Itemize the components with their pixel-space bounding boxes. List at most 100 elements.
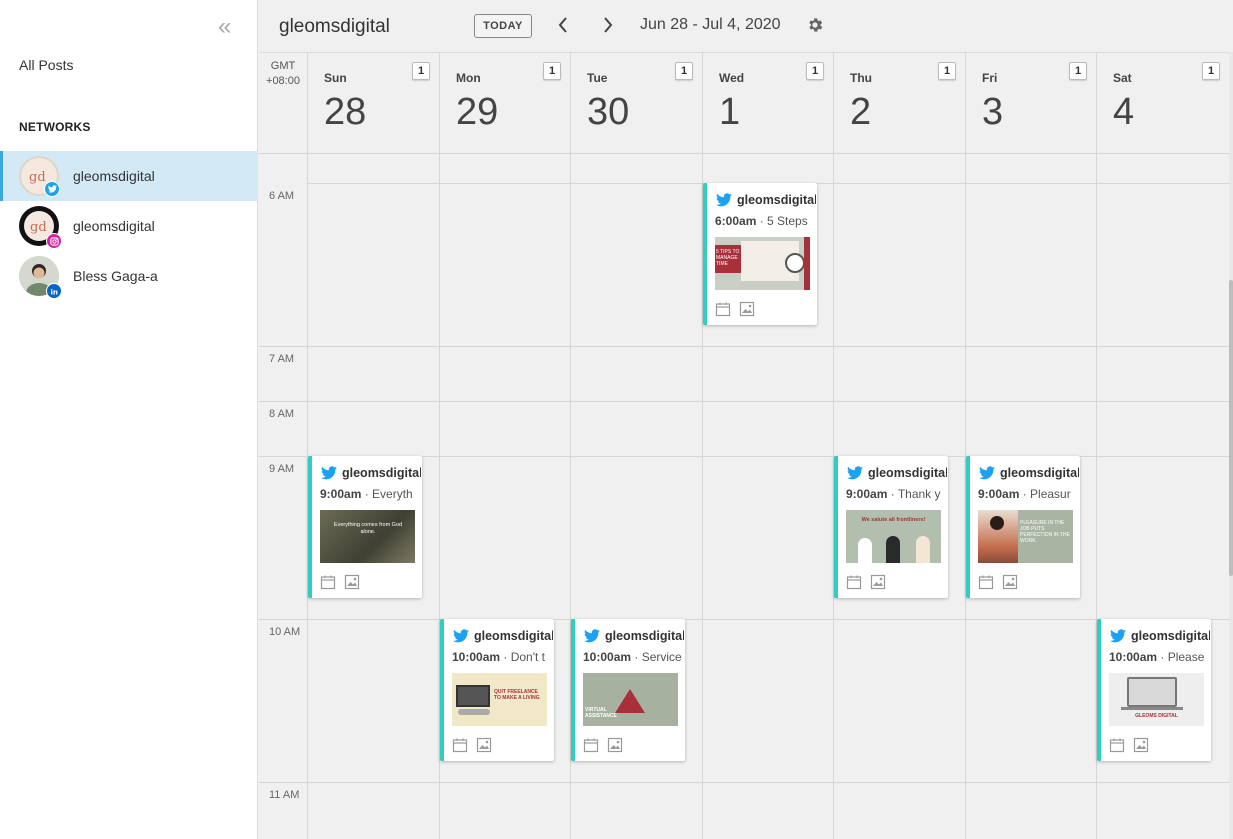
linkedin-icon: in xyxy=(46,283,62,299)
sidebar: « All Posts NETWORKS gd gleomsdigital gd… xyxy=(0,0,258,839)
post-count-badge: 1 xyxy=(938,62,956,80)
day-header-mon[interactable]: Mon 29 1 xyxy=(439,53,570,153)
scrollbar-thumb[interactable] xyxy=(1229,280,1233,576)
day-header-tue[interactable]: Tue 30 1 xyxy=(570,53,702,153)
post-count-badge: 1 xyxy=(412,62,430,80)
post-snippet: · Thank y xyxy=(887,487,941,501)
network-item-instagram[interactable]: gd gleomsdigital xyxy=(0,201,258,251)
today-button[interactable]: TODAY xyxy=(474,14,532,38)
twitter-icon xyxy=(44,181,60,197)
post-time: 10:00am xyxy=(583,650,632,664)
post-snippet: · 5 Steps xyxy=(756,214,808,228)
thumbnail-text: Everything comes from God alone. xyxy=(333,522,403,535)
image-icon xyxy=(739,301,755,317)
image-icon xyxy=(344,574,360,590)
post-snippet: · Please xyxy=(1157,650,1205,664)
post-snippet: · Everyth xyxy=(361,487,413,501)
networks-heading: NETWORKS xyxy=(19,120,91,134)
image-icon xyxy=(870,574,886,590)
grid-line xyxy=(259,346,1229,347)
twitter-icon xyxy=(847,466,863,480)
calendar-icon xyxy=(846,575,862,590)
grid-line xyxy=(259,782,1229,783)
day-header-sun[interactable]: Sun 28 1 xyxy=(307,53,439,153)
thumbnail-text: 5 TIPS TO MANAGE TIME xyxy=(716,249,740,267)
post-count-badge: 1 xyxy=(806,62,824,80)
post-thumbnail: QUIT FREELANCE TO MAKE A LIVING xyxy=(452,673,547,726)
avatar: gd xyxy=(19,206,62,249)
post-account: gleomsdigital xyxy=(868,466,947,480)
network-name: gleomsdigital xyxy=(73,168,155,184)
post-thumbnail: We salute all frontliners! xyxy=(846,510,941,563)
gear-icon[interactable] xyxy=(806,16,826,36)
day-number: 30 xyxy=(587,91,630,133)
scheduled-post-card[interactable]: gleomsdigital 10:00am · Service VIRTUAL … xyxy=(571,619,685,761)
post-thumbnail: Everything comes from God alone. xyxy=(320,510,415,563)
chevron-right-icon[interactable] xyxy=(598,13,618,37)
twitter-icon xyxy=(1110,629,1126,643)
day-name: Sun xyxy=(324,71,347,85)
day-number: 3 xyxy=(982,91,1004,133)
day-header-fri[interactable]: Fri 3 1 xyxy=(965,53,1096,153)
day-name: Fri xyxy=(982,71,998,85)
week-calendar: GMT +08:00 Sun 28 1 Mon 29 1 Tue 30 1 We… xyxy=(259,52,1229,839)
network-name: Bless Gaga-a xyxy=(73,268,158,284)
scheduled-post-card[interactable]: gleomsdigital 10:00am · Don't t QUIT FRE… xyxy=(440,619,554,761)
grid-line xyxy=(259,619,1229,620)
twitter-icon xyxy=(321,466,337,480)
day-name: Thu xyxy=(850,71,872,85)
chevron-left-icon[interactable] xyxy=(553,13,573,37)
hour-label: 8 AM xyxy=(269,408,295,420)
post-count-badge: 1 xyxy=(1202,62,1220,80)
timezone-label: GMT +08:00 xyxy=(266,60,300,87)
calendar-icon xyxy=(978,575,994,590)
network-item-linkedin[interactable]: in Bless Gaga-a xyxy=(0,251,258,303)
grid-line xyxy=(259,153,1229,154)
hour-label: 10 AM xyxy=(269,626,301,638)
post-thumbnail: VIRTUAL ASSISTANCE xyxy=(583,673,678,726)
day-number: 29 xyxy=(456,91,499,133)
post-thumbnail: GLEOMS DIGITAL xyxy=(1109,673,1204,726)
day-number: 1 xyxy=(719,91,741,133)
svg-text:gd: gd xyxy=(30,220,47,235)
scheduled-post-card[interactable]: gleomsdigital 6:00am · 5 Steps 5 TIPS TO… xyxy=(703,183,817,325)
collapse-sidebar-icon[interactable]: « xyxy=(218,15,240,39)
all-posts-link[interactable]: All Posts xyxy=(19,57,73,73)
calendar-toolbar: gleomsdigital TODAY Jun 28 - Jul 4, 2020 xyxy=(259,0,1233,52)
hour-label: 11 AM xyxy=(269,789,300,801)
day-name: Mon xyxy=(456,71,481,85)
avatar: gd xyxy=(19,156,60,197)
network-item-twitter[interactable]: gd gleomsdigital xyxy=(0,151,258,201)
post-time: 9:00am xyxy=(978,487,1020,501)
day-header-wed[interactable]: Wed 1 1 xyxy=(702,53,833,153)
calendar-scrollbar[interactable] xyxy=(1229,52,1233,839)
scheduled-post-card[interactable]: gleomsdigital 9:00am · Thank y We salute… xyxy=(834,456,948,598)
thumbnail-text: GLEOMS DIGITAL xyxy=(1135,713,1178,719)
post-count-badge: 1 xyxy=(675,62,693,80)
post-time: 6:00am xyxy=(715,214,757,228)
post-snippet: · Service xyxy=(631,650,682,664)
scheduled-post-card[interactable]: gleomsdigital 9:00am · Pleasur PLEASURE … xyxy=(966,456,1080,598)
day-header-sat[interactable]: Sat 4 1 xyxy=(1096,53,1229,153)
grid-line xyxy=(259,401,1229,402)
calendar-icon xyxy=(583,738,599,753)
avatar: in xyxy=(19,256,62,303)
scheduled-post-card[interactable]: gleomsdigital 10:00am · Please GLEOMS DI… xyxy=(1097,619,1211,761)
post-account: gleomsdigital xyxy=(737,193,816,207)
post-account: gleomsdigital xyxy=(474,629,553,643)
post-count-badge: 1 xyxy=(543,62,561,80)
post-time: 9:00am xyxy=(846,487,888,501)
svg-text:in: in xyxy=(50,287,58,295)
page-title: gleomsdigital xyxy=(279,16,390,37)
day-number: 4 xyxy=(1113,91,1135,133)
image-icon xyxy=(476,737,492,753)
scheduled-post-card[interactable]: gleomsdigital 9:00am · Everyth Everythin… xyxy=(308,456,422,598)
hour-label: 9 AM xyxy=(269,463,295,475)
post-time: 9:00am xyxy=(320,487,362,501)
post-time: 10:00am xyxy=(452,650,501,664)
image-icon xyxy=(1133,737,1149,753)
post-snippet: · Pleasur xyxy=(1019,487,1071,501)
instagram-icon xyxy=(46,233,62,249)
svg-text:gd: gd xyxy=(29,170,46,185)
day-header-thu[interactable]: Thu 2 1 xyxy=(833,53,965,153)
